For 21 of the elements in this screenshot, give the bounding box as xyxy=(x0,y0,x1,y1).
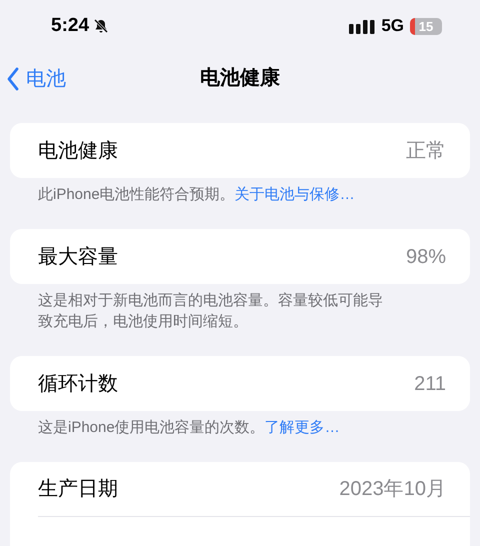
row-label: 循环计数 xyxy=(38,372,118,396)
section-footer: 这是iPhone使用电池容量的次数。了解更多… xyxy=(38,417,442,438)
row-value: 98% xyxy=(406,244,446,270)
row-label: 最大容量 xyxy=(38,244,118,270)
info-link[interactable]: 关于电池与保修… xyxy=(234,186,355,203)
section-footer: 这是相对于新电池而言的电池容量。容量较低可能导致充电后，电池使用时间缩短。 xyxy=(38,290,442,332)
section-footer: 此iPhone电池性能符合预期。关于电池与保修… xyxy=(38,184,442,205)
row-value: 211 xyxy=(414,372,446,396)
row-label: 电池健康 xyxy=(38,138,118,164)
muted-bell-icon xyxy=(93,18,110,34)
info-link[interactable]: 了解更多… xyxy=(264,419,340,436)
back-chevron-icon xyxy=(6,67,20,91)
network-label: 5G xyxy=(381,15,404,38)
row-label: 生产日期 xyxy=(38,477,118,502)
battery-icon: 15 xyxy=(410,18,442,34)
page-title: 电池健康 xyxy=(200,66,280,91)
back-button[interactable]: 电池 xyxy=(6,64,66,94)
status-time: 5:24 xyxy=(51,14,90,38)
row-value: 正常 xyxy=(406,138,446,164)
row-value: 2023年10月 xyxy=(339,477,446,502)
signal-icon xyxy=(349,18,376,34)
